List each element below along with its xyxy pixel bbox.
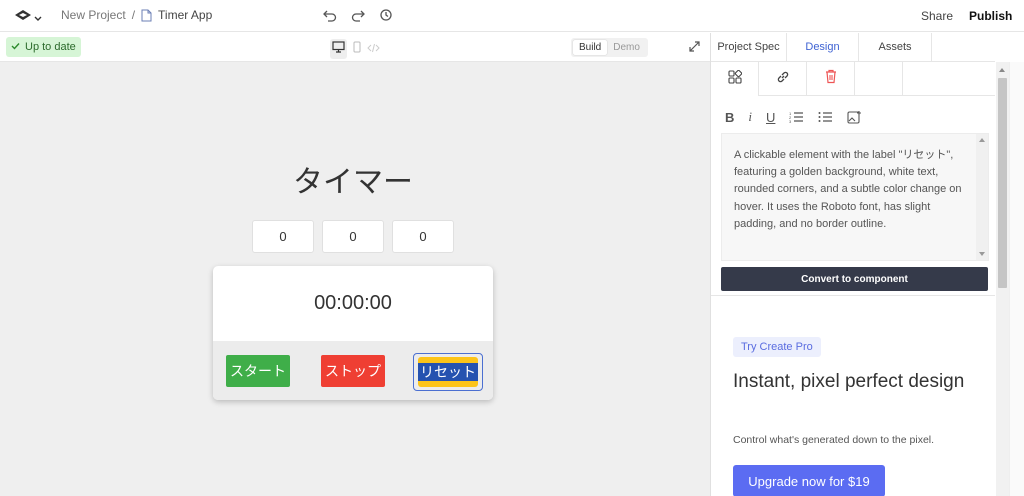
reset-selection-outline: リセット <box>413 353 483 391</box>
description-text: A clickable element with the label "リセット… <box>734 149 962 230</box>
delete-tool[interactable] <box>807 62 855 96</box>
undo-icon[interactable] <box>323 8 337 27</box>
format-toolbar: B i U 123 <box>725 109 862 125</box>
publish-button[interactable]: Publish <box>969 9 1012 23</box>
timer-title: タイマー <box>293 166 413 199</box>
bold-button[interactable]: B <box>725 110 734 125</box>
breadcrumb-project[interactable]: New Project <box>61 8 126 22</box>
scrollbar-thumb[interactable] <box>998 78 1007 288</box>
breadcrumb: New Project / Timer App <box>61 8 212 22</box>
breadcrumb-separator: / <box>131 8 136 22</box>
breadcrumb-file[interactable]: Timer App <box>158 8 212 22</box>
device-switcher <box>330 39 380 59</box>
hours-input[interactable]: 0 <box>252 220 314 253</box>
history-controls <box>323 8 393 27</box>
file-icon <box>141 9 152 22</box>
promo-subtitle: Control what's generated down to the pix… <box>733 434 935 446</box>
divider <box>711 295 995 296</box>
status-badge: Up to date <box>6 37 81 57</box>
grid-icon <box>727 69 742 89</box>
redo-icon[interactable] <box>351 8 365 27</box>
promo-badge: Try Create Pro <box>733 337 821 357</box>
code-icon[interactable] <box>367 40 380 58</box>
scroll-down-arrow-icon[interactable] <box>979 252 985 256</box>
ordered-list-icon[interactable]: 123 <box>789 111 804 123</box>
preview-canvas: タイマー 0 0 0 00:00:00 スタート ストップ リセット <box>0 62 710 496</box>
start-button[interactable]: スタート <box>226 355 290 387</box>
share-button[interactable]: Share <box>921 9 953 23</box>
promo-title: Instant, pixel perfect design <box>733 371 965 392</box>
link-tool[interactable] <box>759 62 807 96</box>
minutes-input[interactable]: 0 <box>322 220 384 253</box>
canvas-toolbar: Up to date Build Demo <box>0 33 710 62</box>
status-text: Up to date <box>25 41 76 53</box>
convert-to-component-button[interactable]: Convert to component <box>721 267 988 291</box>
panel-edge <box>1009 62 1024 496</box>
top-bar: New Project / Timer App Share Publish <box>0 0 1024 32</box>
mode-toggle: Build Demo <box>571 38 648 57</box>
mode-demo[interactable]: Demo <box>607 40 646 55</box>
logo-icon <box>14 8 32 27</box>
scroll-up-arrow-icon[interactable] <box>979 138 985 142</box>
empty-tool-slot <box>855 62 903 96</box>
reset-button-label: リセット <box>418 363 478 381</box>
desktop-icon[interactable] <box>330 39 347 59</box>
italic-button[interactable]: i <box>748 109 752 125</box>
stop-button[interactable]: ストップ <box>321 355 385 387</box>
app-menu[interactable] <box>14 8 42 27</box>
check-icon <box>11 41 20 53</box>
timer-controls: スタート ストップ リセット <box>213 341 493 400</box>
image-add-icon[interactable] <box>847 110 862 124</box>
expand-icon[interactable] <box>688 40 701 58</box>
scroll-up-arrow-icon[interactable] <box>999 68 1005 72</box>
history-icon[interactable] <box>379 8 393 27</box>
timer-display: 00:00:00 <box>314 292 392 314</box>
svg-text:3: 3 <box>789 119 792 123</box>
description-editor[interactable]: A clickable element with the label "リセット… <box>721 133 989 261</box>
bullet-list-icon[interactable] <box>818 111 833 123</box>
timer-card: 00:00:00 スタート ストップ リセット <box>213 266 493 400</box>
link-icon <box>776 70 790 89</box>
panel-scrollbar[interactable] <box>996 62 1009 496</box>
trash-icon <box>824 69 838 89</box>
description-scrollbar[interactable] <box>976 134 988 260</box>
seconds-input[interactable]: 0 <box>392 220 454 253</box>
tab-project-spec[interactable]: Project Spec <box>711 33 787 61</box>
components-tool[interactable] <box>711 62 759 96</box>
panel-tabs: Project Spec Design Assets <box>711 33 995 62</box>
underline-button[interactable]: U <box>766 110 775 125</box>
tab-assets[interactable]: Assets <box>859 33 932 61</box>
mobile-icon[interactable] <box>353 40 361 58</box>
chevron-down-icon <box>34 9 42 27</box>
inspector-panel: Project Spec Design Assets B i U 123 A c… <box>710 33 1024 496</box>
reset-button[interactable]: リセット <box>418 357 478 387</box>
upgrade-button[interactable]: Upgrade now for $19 <box>733 465 885 496</box>
tab-design[interactable]: Design <box>787 33 859 61</box>
element-actions <box>711 62 995 96</box>
mode-build[interactable]: Build <box>573 40 608 55</box>
